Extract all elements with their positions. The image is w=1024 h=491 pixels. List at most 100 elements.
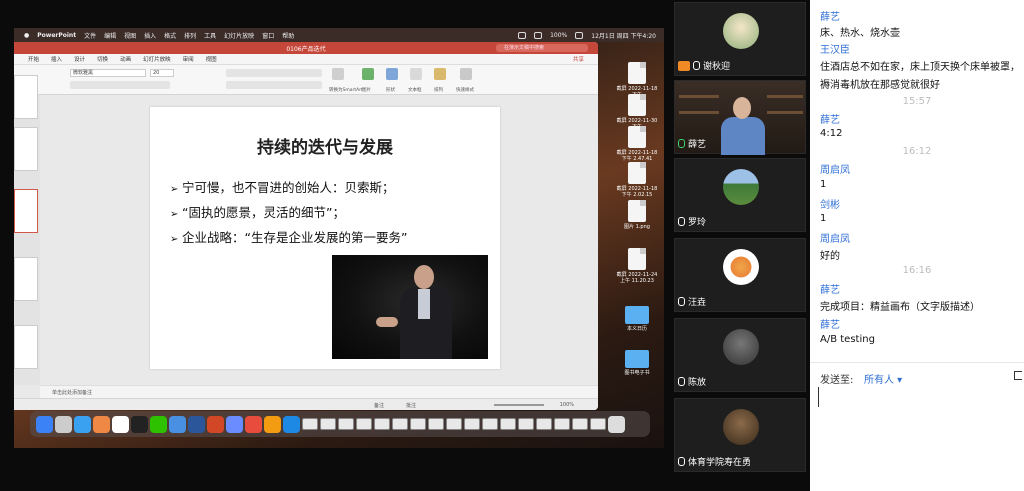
notes-toggle[interactable]: 备注 [374,402,384,409]
participant-tile[interactable]: 谢秋迎 [674,2,806,76]
tab-review[interactable]: 审阅 [183,55,194,63]
font-name-select[interactable]: 微软雅黑 [70,69,146,77]
finder-icon[interactable] [36,415,53,433]
menu-edit[interactable]: 编辑 [104,31,116,40]
menu-tools[interactable]: 工具 [204,31,216,40]
tab-insert[interactable]: 插入 [51,55,62,63]
align-buttons[interactable] [226,81,322,89]
window-thumbnail-icon[interactable] [554,418,570,430]
slide-thumbnail[interactable] [14,75,38,119]
tab-slideshow[interactable]: 幻灯片放映 [143,55,171,63]
desktop-folder-icon[interactable]: 本义日历 [614,306,660,332]
desktop-file-icon[interactable]: 截屏 2022-11-24 上午 11.20.23 [614,248,660,284]
launchpad-icon[interactable] [55,415,72,433]
participant-tile[interactable]: 陈放 [674,318,806,392]
slide-thumbnail[interactable] [14,127,38,171]
trash-icon[interactable] [608,415,625,433]
desktop-folder-icon[interactable]: 图书电子书 [614,350,660,376]
font-size-select[interactable]: 20 [150,69,174,77]
apple-icon[interactable]: ● [24,32,29,39]
notes-pane[interactable]: 单击此处添加备注 [40,385,598,398]
app-icon[interactable] [264,415,281,433]
share-button[interactable]: 共享 [573,55,584,63]
desktop-file-icon[interactable]: 截屏 2022-11-18 下午 [614,62,660,98]
expand-icon[interactable] [1014,371,1022,380]
window-thumbnail-icon[interactable] [464,418,480,430]
calendar-icon[interactable] [112,415,129,433]
slide-thumbnail[interactable] [14,257,38,301]
desktop-file-icon[interactable]: 图片 1.png [614,200,660,230]
shapes-icon[interactable] [386,68,398,80]
chat-sender-name[interactable]: 王汉臣 [820,41,850,56]
slide-bullet[interactable]: ➢ 宁可慢，也不冒进的创始人：贝索斯； [170,177,395,196]
window-thumbnail-icon[interactable] [374,418,390,430]
chat-input[interactable] [818,387,1018,407]
speaker-photo[interactable] [332,255,488,359]
zoom-level[interactable]: 100% [560,402,574,408]
window-thumbnail-icon[interactable] [500,418,516,430]
word-icon[interactable] [188,415,205,433]
safari-icon[interactable] [74,415,91,433]
chat-sender-name[interactable]: 薛艺 [820,8,840,23]
window-thumbnail-icon[interactable] [392,418,408,430]
arrange-icon[interactable] [434,68,446,80]
window-thumbnail-icon[interactable] [428,418,444,430]
paragraph-buttons[interactable] [226,69,322,77]
app-icon[interactable] [226,415,243,433]
window-thumbnail-icon[interactable] [482,418,498,430]
powerpoint-icon[interactable] [207,415,224,433]
participant-tile-active[interactable]: 薛艺 [674,80,806,155]
format-buttons[interactable] [70,81,170,89]
smartart-icon[interactable] [332,68,344,80]
tab-home[interactable]: 开始 [28,55,39,63]
window-thumbnail-icon[interactable] [572,418,588,430]
window-thumbnail-icon[interactable] [518,418,534,430]
recipient-select[interactable]: 所有人 ▾ [864,371,902,386]
wechat-icon[interactable] [150,415,167,433]
picture-icon[interactable] [362,68,374,80]
slide-canvas[interactable]: 持续的迭代与发展 ➢ 宁可慢，也不冒进的创始人：贝索斯； ➢ “固执的愿景，灵活的细… [150,107,500,369]
tab-view[interactable]: 视图 [206,55,217,63]
qq-icon[interactable] [131,415,148,433]
desktop-file-icon[interactable]: 截屏 2022-11-18 下午 2.02.15 [614,162,660,198]
chat-sender-name[interactable]: 周启凤 [820,161,850,176]
menu-view[interactable]: 视图 [124,31,136,40]
meeting-app-icon[interactable] [283,415,300,433]
menu-format[interactable]: 格式 [164,31,176,40]
photos-icon[interactable] [93,415,110,433]
battery-icon[interactable] [575,31,584,39]
menu-file[interactable]: 文件 [84,31,96,40]
window-thumbnail-icon[interactable] [590,418,606,430]
participant-tile[interactable]: 汪垚 [674,238,806,312]
app-icon[interactable] [245,415,262,433]
menu-help[interactable]: 帮助 [282,31,294,40]
window-thumbnail-icon[interactable] [320,418,336,430]
comments-toggle[interactable]: 批注 [406,402,416,409]
volume-icon[interactable] [534,31,543,39]
chat-sender-name[interactable]: 薛艺 [820,316,840,331]
tab-transitions[interactable]: 切换 [97,55,108,63]
participant-tile[interactable]: 体育学院寿在勇 [674,398,806,472]
menubar-app[interactable]: PowerPoint [37,32,76,39]
menu-slideshow[interactable]: 幻灯片放映 [224,31,254,40]
window-thumbnail-icon[interactable] [356,418,372,430]
window-thumbnail-icon[interactable] [536,418,552,430]
slide-thumbnail[interactable] [14,325,38,369]
zoom-slider[interactable] [494,404,544,406]
menu-arrange[interactable]: 排列 [184,31,196,40]
wifi-icon[interactable] [518,31,527,39]
chat-sender-name[interactable]: 周启凤 [820,230,850,245]
desktop-file-icon[interactable]: 截屏 2022-11-18 下午 2.47.41 [614,126,660,162]
window-thumbnail-icon[interactable] [410,418,426,430]
menubar-clock[interactable]: 12月1日 周四 下午4:20 [591,31,656,40]
textbox-icon[interactable] [410,68,422,80]
chat-sender-name[interactable]: 薛艺 [820,281,840,296]
slide-bullet[interactable]: ➢ “固执的愿景，灵活的细节”； [170,202,345,221]
participant-tile[interactable]: 罗玲 [674,158,806,232]
ppt-search[interactable]: 在演示文稿中搜索 [496,44,588,52]
menu-insert[interactable]: 插入 [144,31,156,40]
window-thumbnail-icon[interactable] [338,418,354,430]
tab-animations[interactable]: 动画 [120,55,131,63]
slide-bullet[interactable]: ➢ 企业战略：“生存是企业发展的第一要务” [170,227,407,246]
desktop-file-icon[interactable]: 截屏 2022-11-30 下午 [614,94,660,130]
